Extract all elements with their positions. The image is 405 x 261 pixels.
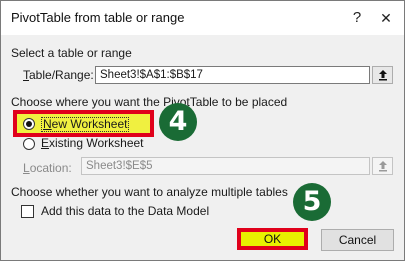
multiple-tables-heading: Choose whether you want to analyze multi… bbox=[11, 185, 288, 199]
dialog-title: PivotTable from table or range bbox=[11, 10, 185, 25]
step-4-badge: 4 bbox=[159, 103, 197, 141]
cancel-button[interactable]: Cancel bbox=[321, 229, 394, 251]
existing-worksheet-radio[interactable] bbox=[23, 138, 35, 150]
ok-button[interactable]: OK bbox=[237, 228, 308, 250]
location-input[interactable]: Sheet3!$E$5 bbox=[81, 157, 370, 175]
existing-worksheet-label[interactable]: Existing Worksheet bbox=[41, 136, 144, 150]
help-icon[interactable]: ? bbox=[346, 7, 368, 29]
close-icon[interactable]: ✕ bbox=[375, 7, 397, 29]
step-5-badge: 5 bbox=[293, 183, 331, 221]
pivottable-dialog: PivotTable from table or range ? ✕ Selec… bbox=[0, 0, 405, 261]
new-worksheet-radio[interactable] bbox=[23, 118, 35, 130]
location-collapse-icon[interactable] bbox=[372, 157, 393, 175]
collapse-dialog-icon[interactable] bbox=[372, 66, 393, 84]
select-range-heading: Select a table or range bbox=[11, 46, 132, 60]
new-worksheet-label[interactable]: New Worksheet bbox=[41, 117, 130, 132]
data-model-checkbox[interactable] bbox=[21, 205, 34, 218]
data-model-label[interactable]: Add this data to the Data Model bbox=[41, 204, 209, 218]
table-range-label: Table/Range: bbox=[23, 68, 94, 82]
title-bar: PivotTable from table or range ? ✕ bbox=[1, 1, 404, 35]
table-range-input[interactable]: Sheet3!$A$1:$B$17 bbox=[95, 66, 370, 84]
location-label: Location: bbox=[23, 161, 72, 175]
placement-heading: Choose where you want the PivotTable to … bbox=[11, 95, 288, 109]
